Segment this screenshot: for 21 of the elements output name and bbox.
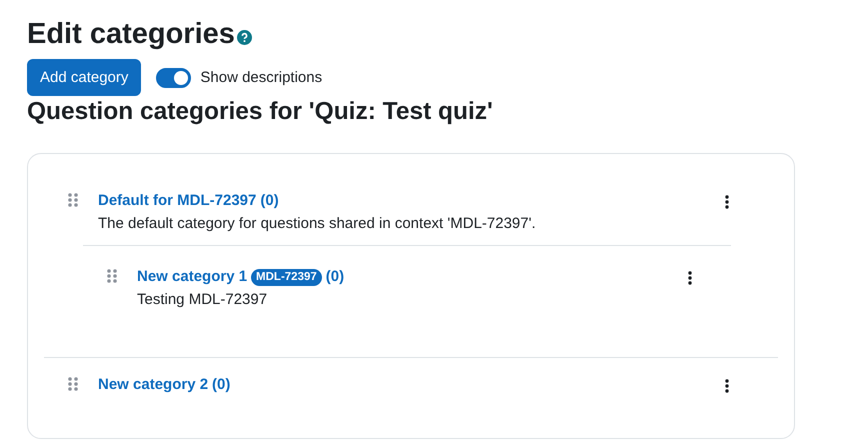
question-count: (0): [260, 191, 279, 211]
category-link[interactable]: New category 2: [98, 374, 208, 396]
add-category-button[interactable]: Add category: [27, 59, 142, 96]
drag-handle-icon[interactable]: [68, 377, 78, 391]
more-menu-icon[interactable]: [725, 379, 729, 393]
section-heading: Question categories for 'Quiz: Test quiz': [27, 97, 494, 127]
page-title: Edit categories: [27, 17, 235, 52]
category-description: The default category for questions shared in context 'MDL-72397'.: [98, 214, 537, 234]
category-link[interactable]: New category 1: [137, 266, 248, 288]
question-count: (0): [212, 375, 230, 395]
category-link[interactable]: Default for MDL-72397: [98, 190, 256, 212]
toggle-switch[interactable]: [156, 68, 192, 88]
drag-handle-icon[interactable]: [68, 193, 78, 207]
category-badge: MDL-72397: [251, 268, 322, 286]
toggle-label: Show descriptions: [200, 69, 322, 86]
drag-handle-icon[interactable]: [107, 269, 117, 283]
more-menu-icon[interactable]: [725, 195, 729, 209]
help-icon[interactable]: [236, 30, 252, 44]
question-count: (0): [326, 267, 344, 287]
category-description: Testing MDL-72397: [137, 290, 268, 310]
more-menu-icon[interactable]: [688, 271, 692, 285]
